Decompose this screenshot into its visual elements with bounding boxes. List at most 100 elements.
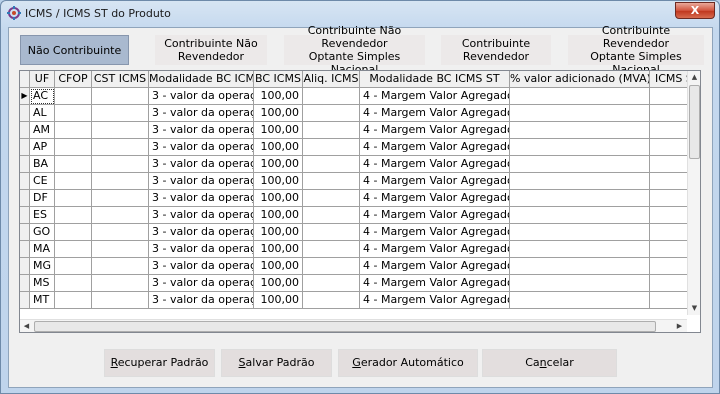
header-modalidade-bc-icms[interactable]: Modalidade BC ICMS (149, 71, 254, 88)
vertical-scroll-thumb[interactable] (689, 85, 700, 159)
icms-grid[interactable]: UF CFOP CST ICMS Modalidade BC ICMS BC I… (19, 70, 701, 333)
cell-uf[interactable]: CE (30, 173, 55, 190)
cell-bc-icms[interactable]: 100,00 (254, 139, 303, 156)
table-row[interactable]: AP 3 - valor da operação100,00 4 - Margem … (20, 139, 690, 156)
tab-contribuinte-revendedor[interactable]: Contribuinte Revendedor (441, 35, 551, 65)
cell-modalidade-bc-icms[interactable]: 3 - valor da operação (149, 207, 254, 224)
cell-modalidade-bc-icms[interactable]: 3 - valor da operação (149, 173, 254, 190)
cell-cfop[interactable] (55, 292, 92, 309)
cell-cst-icms[interactable] (92, 156, 149, 173)
cell-aliq-icms[interactable] (303, 190, 360, 207)
cell-mva-st[interactable] (510, 156, 650, 173)
cell-icms-s[interactable] (650, 292, 690, 309)
cell-modalidade-bc-icms[interactable]: 3 - valor da operação (149, 258, 254, 275)
table-row[interactable]: ES 3 - valor da operação100,00 4 - Margem … (20, 207, 690, 224)
cell-modalidade-bc-icms-st[interactable]: 4 - Margem Valor Agregado (%) (360, 258, 510, 275)
cell-aliq-icms[interactable] (303, 207, 360, 224)
cell-uf[interactable]: MG (30, 258, 55, 275)
cell-mva-st[interactable] (510, 292, 650, 309)
cell-mva-st[interactable] (510, 224, 650, 241)
header-modalidade-bc-icms-st[interactable]: Modalidade BC ICMS ST (360, 71, 510, 88)
scroll-left-icon[interactable]: ◀ (20, 320, 33, 332)
cell-cst-icms[interactable] (92, 258, 149, 275)
cell-cst-icms[interactable] (92, 88, 149, 105)
header-aliq-icms[interactable]: Aliq. ICMS (303, 71, 360, 88)
cell-bc-icms[interactable]: 100,00 (254, 122, 303, 139)
cell-cst-icms[interactable] (92, 105, 149, 122)
cell-aliq-icms[interactable] (303, 173, 360, 190)
cell-modalidade-bc-icms-st[interactable]: 4 - Margem Valor Agregado (%) (360, 190, 510, 207)
cell-cst-icms[interactable] (92, 139, 149, 156)
header-icms-s[interactable]: ICMS S (650, 71, 690, 88)
cell-aliq-icms[interactable] (303, 156, 360, 173)
cell-mva-st[interactable] (510, 207, 650, 224)
horizontal-scrollbar[interactable]: ◀ ▶ (20, 319, 687, 332)
recuperar-padrao-button[interactable]: Recuperar Padrão (104, 349, 215, 377)
cell-aliq-icms[interactable] (303, 241, 360, 258)
table-row[interactable]: MT 3 - valor da operação100,00 4 - Margem … (20, 292, 690, 309)
cell-uf[interactable]: AM (30, 122, 55, 139)
cell-modalidade-bc-icms-st[interactable]: 4 - Margem Valor Agregado (%) (360, 88, 510, 105)
cell-icms-s[interactable] (650, 122, 690, 139)
tab-nao-contribuinte[interactable]: Não Contribuinte (20, 35, 129, 65)
cell-cst-icms[interactable] (92, 190, 149, 207)
header-uf[interactable]: UF (30, 71, 55, 88)
cell-aliq-icms[interactable] (303, 122, 360, 139)
vertical-scrollbar[interactable]: ▲ ▼ (687, 71, 700, 315)
cell-mva-st[interactable] (510, 139, 650, 156)
cell-bc-icms[interactable]: 100,00 (254, 156, 303, 173)
cell-cfop[interactable] (55, 190, 92, 207)
table-row[interactable]: AL 3 - valor da operação100,00 4 - Margem … (20, 105, 690, 122)
cell-cst-icms[interactable] (92, 292, 149, 309)
cell-modalidade-bc-icms-st[interactable]: 4 - Margem Valor Agregado (%) (360, 207, 510, 224)
cell-mva-st[interactable] (510, 190, 650, 207)
cell-cfop[interactable] (55, 224, 92, 241)
cell-cfop[interactable] (55, 241, 92, 258)
tab-contribuinte-revendedor-simples[interactable]: Contribuinte RevendedorOptante Simples N… (568, 24, 704, 76)
cell-modalidade-bc-icms-st[interactable]: 4 - Margem Valor Agregado (%) (360, 122, 510, 139)
scroll-up-icon[interactable]: ▲ (688, 71, 700, 84)
cell-cfop[interactable] (55, 173, 92, 190)
cell-bc-icms[interactable]: 100,00 (254, 224, 303, 241)
cell-icms-s[interactable] (650, 139, 690, 156)
cell-cfop[interactable] (55, 275, 92, 292)
table-row[interactable]: CE 3 - valor da operação100,00 4 - Margem … (20, 173, 690, 190)
cell-icms-s[interactable] (650, 207, 690, 224)
cell-modalidade-bc-icms[interactable]: 3 - valor da operação (149, 139, 254, 156)
cell-mva-st[interactable] (510, 275, 650, 292)
cell-cfop[interactable] (55, 207, 92, 224)
cell-uf[interactable]: GO (30, 224, 55, 241)
cell-uf[interactable]: MT (30, 292, 55, 309)
scroll-down-icon[interactable]: ▼ (688, 302, 700, 315)
cell-uf[interactable]: MS (30, 275, 55, 292)
header-cst-icms[interactable]: CST ICMS (92, 71, 149, 88)
cell-aliq-icms[interactable] (303, 224, 360, 241)
cell-modalidade-bc-icms[interactable]: 3 - valor da operação (149, 275, 254, 292)
horizontal-scroll-thumb[interactable] (34, 321, 656, 332)
table-row[interactable]: MG 3 - valor da operação100,00 4 - Margem … (20, 258, 690, 275)
cell-aliq-icms[interactable] (303, 258, 360, 275)
cell-cfop[interactable] (55, 105, 92, 122)
table-row[interactable]: AM 3 - valor da operação100,00 4 - Margem … (20, 122, 690, 139)
cell-bc-icms[interactable]: 100,00 (254, 275, 303, 292)
scroll-right-icon[interactable]: ▶ (673, 320, 686, 332)
cell-modalidade-bc-icms-st[interactable]: 4 - Margem Valor Agregado (%) (360, 275, 510, 292)
cell-aliq-icms[interactable] (303, 275, 360, 292)
cell-uf[interactable]: AP (30, 139, 55, 156)
header-cfop[interactable]: CFOP (55, 71, 92, 88)
cell-bc-icms[interactable]: 100,00 (254, 190, 303, 207)
header-mva-st[interactable]: % valor adicionado (MVA) ST (510, 71, 650, 88)
cell-modalidade-bc-icms[interactable]: 3 - valor da operação (149, 156, 254, 173)
cell-cst-icms[interactable] (92, 122, 149, 139)
cell-icms-s[interactable] (650, 224, 690, 241)
gerador-automatico-button[interactable]: Gerador Automático (338, 349, 478, 377)
cell-uf[interactable]: MA (30, 241, 55, 258)
table-row[interactable]: GO 3 - valor da operação100,00 4 - Margem … (20, 224, 690, 241)
close-button[interactable]: X (675, 2, 715, 19)
cell-icms-s[interactable] (650, 241, 690, 258)
cancelar-button[interactable]: Cancelar (482, 349, 617, 377)
table-row[interactable]: BA 3 - valor da operação100,00 4 - Margem … (20, 156, 690, 173)
cell-uf[interactable]: ES (30, 207, 55, 224)
cell-cst-icms[interactable] (92, 275, 149, 292)
cell-aliq-icms[interactable] (303, 105, 360, 122)
